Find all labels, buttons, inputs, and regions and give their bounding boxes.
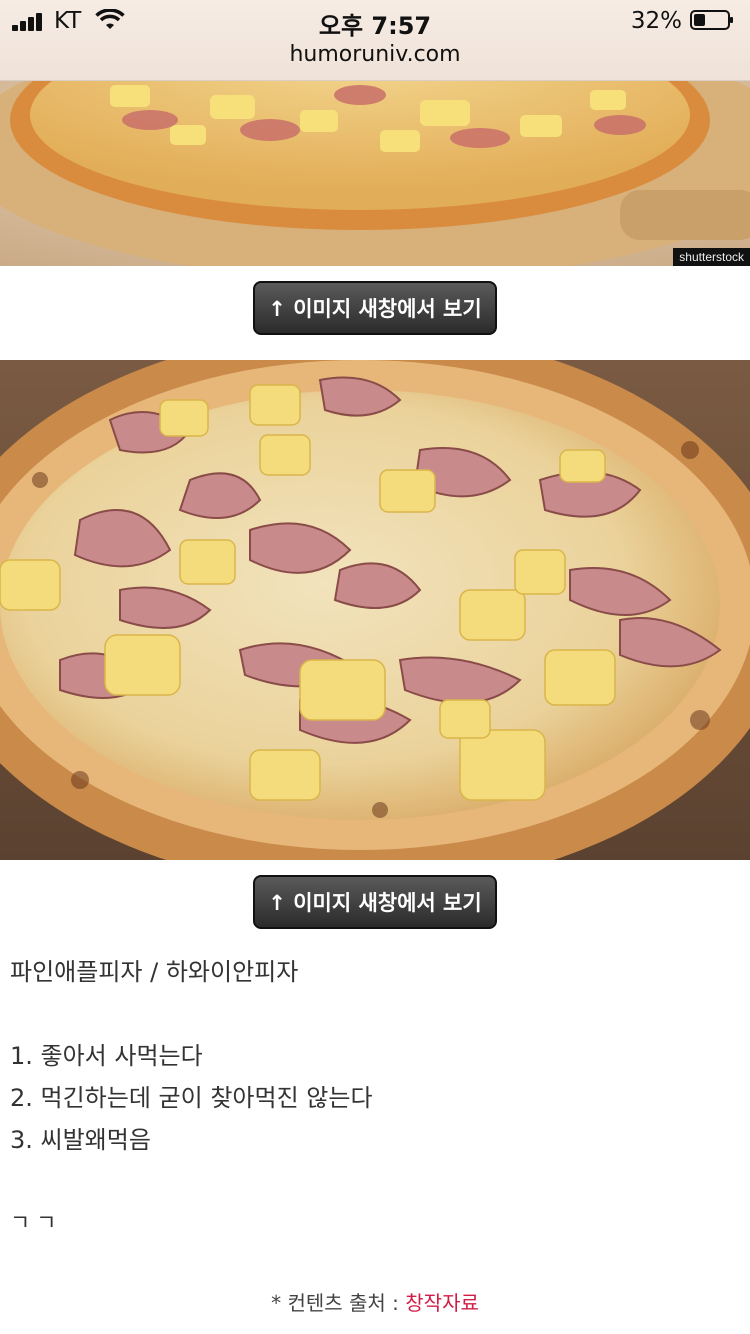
address-bar-url[interactable]: humoruniv.com: [0, 42, 750, 67]
pizza-image-main[interactable]: [0, 360, 750, 860]
poll-option-3: 3. 씨발왜먹음: [10, 1126, 151, 1154]
poll-option-2: 2. 먹긴하는데 굳이 찾아먹진 않는다: [10, 1084, 373, 1112]
shutterstock-watermark: shutterstock: [673, 248, 750, 266]
battery-percent: 32%: [630, 8, 682, 34]
poll-option-1: 1. 좋아서 사먹는다: [10, 1042, 203, 1070]
battery-icon: [690, 10, 733, 30]
pizza-top-picture: [0, 80, 750, 266]
pizza-image-top[interactable]: shutterstock: [0, 80, 750, 266]
content-source: * 컨텐츠 출처 : 창작자료: [0, 1287, 750, 1316]
post-title-line: 파인애플피자 / 하와이안피자: [10, 958, 299, 986]
open-image-new-window-button-2[interactable]: ↑ 이미지 새창에서 보기: [253, 875, 497, 929]
open-image-new-window-button[interactable]: ↑ 이미지 새창에서 보기: [253, 281, 497, 335]
content-source-link[interactable]: 창작자료: [405, 1291, 479, 1315]
content-source-label: * 컨텐츠 출처 :: [271, 1291, 406, 1315]
status-bar: KT 오후 7:57 32%: [0, 0, 750, 42]
pizza-main-picture: [0, 360, 750, 860]
browser-top-bar: KT 오후 7:57 32% humoruniv.com: [0, 0, 750, 81]
post-footer-text: ㄱㄱ: [10, 1211, 63, 1236]
